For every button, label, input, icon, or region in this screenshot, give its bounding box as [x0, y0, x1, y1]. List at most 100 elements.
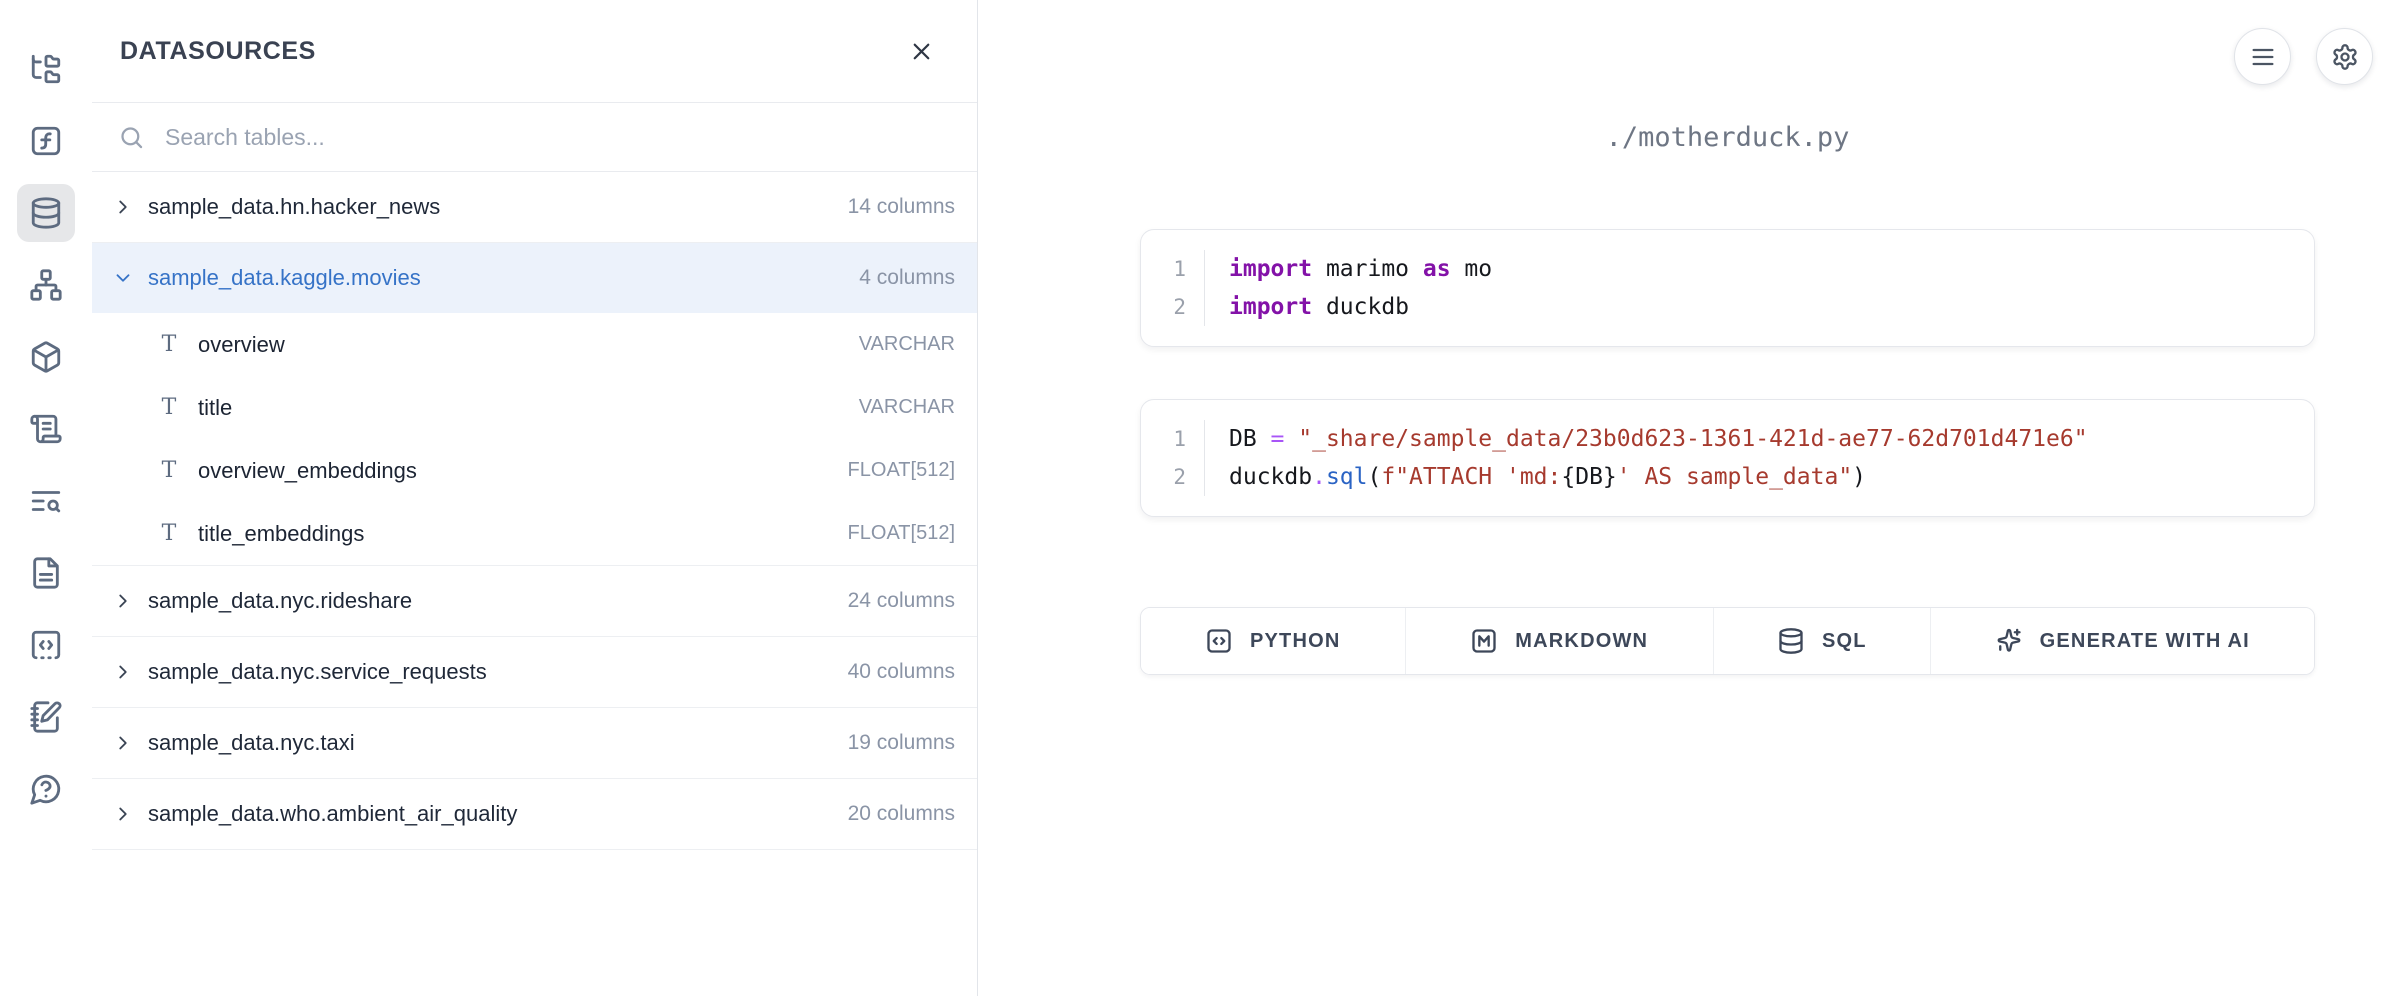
- table-group: sample_data.nyc.rideshare 24 columns: [92, 566, 977, 637]
- column-row[interactable]: Toverview_embeddings FLOAT[512]: [92, 439, 977, 502]
- table-group: sample_data.who.ambient_air_quality20 co…: [92, 779, 977, 850]
- code-text: import duckdb: [1205, 288, 1409, 326]
- table-row[interactable]: sample_data.kaggle.movies4 columns: [92, 243, 977, 313]
- code-text: duckdb.sql(f"ATTACH 'md:{DB}' AS sample_…: [1205, 458, 1866, 496]
- chevron-right-icon: [112, 196, 134, 218]
- column-type-icon: T: [158, 332, 180, 357]
- table-group: sample_data.hn.hacker_news 14 columns: [92, 172, 977, 243]
- notebook-content: ./motherduck.py 1import marimo as mo2imp…: [1140, 122, 2315, 675]
- sidebar-item-file-tree[interactable]: [17, 40, 75, 98]
- chevron-right-icon: [112, 803, 134, 825]
- database-icon: [29, 196, 63, 230]
- code-line: 1import marimo as mo: [1141, 250, 2314, 288]
- column-row[interactable]: Toverview VARCHAR: [92, 313, 977, 376]
- table-name: sample_data.nyc.service_requests: [148, 659, 834, 685]
- add-cell-sql-button[interactable]: SQL: [1714, 608, 1931, 674]
- table-name: sample_data.nyc.rideshare: [148, 588, 834, 614]
- table-column-count: 19 columns: [848, 731, 955, 755]
- search-icon: [118, 124, 145, 151]
- sidebar-item-document[interactable]: [17, 544, 75, 602]
- sidebar-item-code-square[interactable]: [17, 616, 75, 674]
- table-column-count: 40 columns: [848, 660, 955, 684]
- app-window: DATASOURCES sample_data.hn.hacker_news14…: [0, 0, 2399, 996]
- table-column-count: 24 columns: [848, 589, 955, 613]
- table-name: sample_data.hn.hacker_news: [148, 194, 834, 220]
- table-row[interactable]: sample_data.hn.hacker_news 14 columns: [92, 172, 977, 242]
- sidebar-item-packages[interactable]: [17, 328, 75, 386]
- notebook-filename: ./motherduck.py: [1140, 122, 2315, 153]
- function-square-icon: [29, 124, 63, 158]
- table-name: sample_data.nyc.taxi: [148, 730, 834, 756]
- sidebar-item-graph[interactable]: [17, 256, 75, 314]
- column-name: title_embeddings: [198, 521, 830, 547]
- column-row[interactable]: Ttitle_embeddings FLOAT[512]: [92, 502, 977, 565]
- top-right-toolbar: [2234, 28, 2373, 85]
- table-row[interactable]: sample_data.nyc.rideshare 24 columns: [92, 566, 977, 636]
- add-cell-markdown-button[interactable]: MARKDOWN: [1406, 608, 1714, 674]
- code-square-icon: [1205, 627, 1233, 655]
- scroll-icon: [29, 412, 63, 446]
- notebook-main-area: ./motherduck.py 1import marimo as mo2imp…: [978, 0, 2399, 996]
- code-text: import marimo as mo: [1205, 250, 1492, 288]
- add-cell-button-row: PYTHON MARKDOWN SQL GENERATE WITH AI: [1140, 607, 2315, 675]
- line-number: 2: [1141, 288, 1205, 326]
- line-number: 1: [1141, 420, 1205, 458]
- table-row[interactable]: sample_data.nyc.service_requests 40 colum…: [92, 637, 977, 707]
- column-datatype: FLOAT[512]: [848, 522, 955, 545]
- table-column-count: 14 columns: [848, 195, 955, 219]
- settings-button[interactable]: [2316, 28, 2373, 85]
- sidebar-item-notebook[interactable]: [17, 688, 75, 746]
- menu-button[interactable]: [2234, 28, 2291, 85]
- column-name: overview: [198, 332, 841, 358]
- search-row: [92, 103, 977, 172]
- table-group: sample_data.nyc.taxi 19 columns: [92, 708, 977, 779]
- chevron-right-icon: [112, 590, 134, 612]
- column-row[interactable]: Ttitle VARCHAR: [92, 376, 977, 439]
- code-cell-2[interactable]: 1DB = "_share/sample_data/23b0d623-1361-…: [1140, 399, 2315, 517]
- column-datatype: FLOAT[512]: [848, 459, 955, 482]
- code-line: 2duckdb.sql(f"ATTACH 'md:{DB}' AS sample…: [1141, 458, 2314, 496]
- add-cell-python-button[interactable]: PYTHON: [1141, 608, 1406, 674]
- table-group: sample_data.kaggle.movies4 columnsToverv…: [92, 243, 977, 566]
- database-icon: [1777, 627, 1805, 655]
- column-name: title: [198, 395, 841, 421]
- add-cell-generate-with-ai-button[interactable]: GENERATE WITH AI: [1931, 608, 2314, 674]
- sidebar-item-scroll[interactable]: [17, 400, 75, 458]
- add-cell-button-label: GENERATE WITH AI: [2040, 630, 2250, 653]
- code-cell-1[interactable]: 1import marimo as mo2import duckdb: [1140, 229, 2315, 347]
- chevron-right-icon: [112, 661, 134, 683]
- search-tables-input[interactable]: [165, 124, 951, 151]
- sidebar-item-datasources[interactable]: [17, 184, 75, 242]
- markdown-icon: [1470, 627, 1498, 655]
- column-datatype: VARCHAR: [859, 333, 955, 356]
- notebook-pen-icon: [29, 700, 63, 734]
- sidebar-item-text-search[interactable]: [17, 472, 75, 530]
- package-icon: [29, 340, 63, 374]
- column-name: overview_embeddings: [198, 458, 830, 484]
- datasources-panel-header: DATASOURCES: [92, 0, 977, 103]
- code-text: DB = "_share/sample_data/23b0d623-1361-4…: [1205, 420, 2088, 458]
- column-type-icon: T: [158, 395, 180, 420]
- chevron-right-icon: [112, 732, 134, 754]
- add-cell-button-label: SQL: [1822, 630, 1867, 653]
- line-number: 2: [1141, 458, 1205, 496]
- column-type-icon: T: [158, 521, 180, 546]
- menu-icon: [2249, 43, 2277, 71]
- column-type-icon: T: [158, 458, 180, 483]
- table-row[interactable]: sample_data.nyc.taxi 19 columns: [92, 708, 977, 778]
- gear-icon: [2331, 43, 2359, 71]
- close-panel-button[interactable]: [908, 38, 935, 65]
- table-column-count: 4 columns: [859, 266, 955, 290]
- sidebar-item-function[interactable]: [17, 112, 75, 170]
- sparkles-icon: [1995, 627, 2023, 655]
- code-line: 2import duckdb: [1141, 288, 2314, 326]
- document-icon: [29, 556, 63, 590]
- datasources-panel: DATASOURCES sample_data.hn.hacker_news 14…: [92, 0, 978, 996]
- add-cell-button-label: MARKDOWN: [1515, 630, 1648, 653]
- left-icon-sidebar: [0, 0, 92, 996]
- table-row[interactable]: sample_data.who.ambient_air_quality20 co…: [92, 779, 977, 849]
- column-datatype: VARCHAR: [859, 396, 955, 419]
- sidebar-item-help[interactable]: [17, 760, 75, 818]
- dependency-graph-icon: [29, 268, 63, 302]
- table-list: sample_data.hn.hacker_news14 columnssamp…: [92, 172, 977, 996]
